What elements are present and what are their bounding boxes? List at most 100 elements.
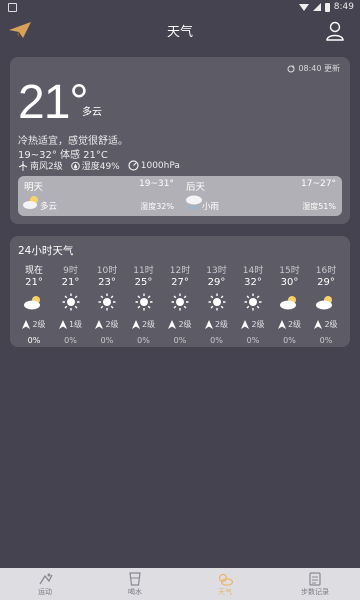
hour-precipitation: 0% [246, 336, 260, 345]
hourly-item: 12时 27° 2级 0% [164, 263, 196, 345]
pressure-info: 1000hPa [128, 160, 180, 171]
hour-wind-level: 1级 [68, 319, 83, 329]
tab-label: 步数记录 [301, 587, 329, 596]
weather-icon [218, 573, 233, 586]
hour-precipitation: 0% [27, 336, 41, 345]
forecast-humidity: 湿度32% [140, 202, 174, 211]
sunny-icon [62, 293, 79, 311]
hourly-item: 13时 29° 2级 0% [201, 263, 233, 345]
sunny-icon [171, 293, 189, 311]
forecast-condition: 多云 [40, 202, 58, 212]
wind-direction-icon [131, 319, 140, 329]
hour-temperature: 32° [244, 277, 262, 288]
wind-direction-icon [22, 319, 31, 329]
hour-wind-level: 2级 [287, 319, 302, 329]
hour-temperature: 25° [134, 277, 153, 288]
current-condition: 多云 [82, 107, 102, 118]
forecast-tomorrow[interactable]: 明天 19~31° 多云 湿度32% [18, 176, 180, 216]
hour-time: 12时 [169, 266, 191, 276]
hourly-item: 10时 23° 2级 0% [91, 263, 123, 345]
hour-precipitation: 0% [100, 336, 114, 345]
step-record-icon [309, 571, 321, 586]
wind-direction-icon [241, 319, 250, 329]
current-weather-card: 08:40 更新 21° 多云 冷热适宜，感觉很舒适。 19~32° 体感 21… [10, 57, 350, 224]
paper-plane-icon[interactable] [8, 20, 32, 40]
app-header: 天气 [0, 14, 360, 46]
hour-wind: 2级 [277, 317, 302, 331]
water-cup-icon [129, 571, 141, 586]
tab-label: 运动 [38, 587, 52, 596]
hour-wind-level: 2级 [178, 319, 192, 329]
status-time: 8:49 [333, 2, 354, 12]
wind-info: 南风2级 [18, 159, 63, 172]
wind-direction-icon [95, 319, 104, 329]
humidity-icon [70, 161, 80, 170]
forecast-day: 明天 [24, 182, 44, 193]
pressure-gauge-icon [128, 160, 139, 171]
hourly-item: 14时 32° 2级 0% [237, 263, 269, 345]
forecast-day: 后天 [186, 182, 206, 193]
hourly-item: 11时 25° 2级 0% [128, 263, 160, 345]
hour-wind-level: 2级 [324, 319, 338, 329]
tab-label: 天气 [218, 587, 232, 596]
tab-step-record[interactable]: 步数记录 [285, 571, 345, 597]
hourly-item: 9时 21° 1级 0% [55, 263, 87, 345]
hourly-forecast-card: 24小时天气 现在 21° 2级 0% 9时 21° 1级 0% 10时 23° 2级 0% 11时 25… [10, 236, 350, 347]
hour-time: 10时 [96, 266, 118, 276]
hour-temperature: 29° [207, 277, 226, 288]
hour-temperature: 29° [317, 277, 335, 288]
tab-exercise[interactable]: 运动 [15, 572, 75, 597]
exercise-icon [39, 573, 53, 584]
hour-time: 11时 [133, 266, 154, 276]
hourly-list: 现在 21° 2级 0% 9时 21° 1级 0% 10时 23° 2级 0% 11时 25° 2级 0% 12… [18, 263, 342, 345]
hour-wind: 2级 [95, 317, 119, 331]
tab-weather[interactable]: 天气 [195, 572, 255, 597]
weather-meta: 南风2级 湿度49% 1000hPa [18, 159, 180, 172]
hour-temperature: 23° [98, 277, 116, 288]
hour-wind-level: 2级 [251, 319, 265, 329]
sunny-icon [208, 293, 225, 311]
hour-wind: 2级 [168, 317, 192, 331]
hour-wind: 2级 [131, 317, 155, 331]
wind-direction-icon [58, 319, 67, 329]
hour-wind-level: 2级 [105, 319, 119, 329]
hour-temperature: 27° [171, 277, 189, 288]
wind-direction-icon [204, 319, 213, 329]
sunny-icon [135, 293, 152, 311]
user-profile-icon[interactable] [324, 20, 346, 42]
hour-wind: 2级 [314, 317, 338, 331]
notification-icon [8, 2, 17, 12]
tab-label: 喝水 [128, 587, 142, 596]
wind-direction-icon [168, 319, 177, 329]
tab-water-cup[interactable]: 喝水 [105, 571, 165, 597]
humidity-info: 湿度49% [70, 159, 120, 172]
refresh-icon[interactable] [287, 64, 295, 73]
wifi-icon [298, 3, 309, 11]
light-rain-icon [186, 195, 202, 210]
status-icons: 8:49 [298, 2, 354, 12]
hour-time: 16时 [315, 266, 337, 276]
hour-time: 现在 [24, 266, 43, 276]
hour-precipitation: 0% [64, 336, 77, 345]
wind-direction-icon [314, 319, 323, 329]
hour-wind-level: 2级 [214, 319, 229, 329]
hour-wind-level: 2级 [32, 319, 46, 329]
daily-forecast-box: 明天 19~31° 多云 湿度32% 后天 17~27° 小雨 湿度51% [18, 176, 342, 216]
forecast-day-after[interactable]: 后天 17~27° 小雨 湿度51% [180, 176, 342, 216]
comfort-tip: 冷热适宜，感觉很舒适。 [18, 136, 128, 147]
forecast-range: 17~27° [301, 179, 336, 189]
hour-temperature: 21° [61, 277, 80, 288]
hour-time: 14时 [242, 266, 264, 276]
hour-time: 13时 [206, 266, 227, 276]
hour-precipitation: 0% [173, 336, 187, 345]
sunny-icon [244, 293, 262, 311]
battery-icon [324, 2, 330, 12]
hour-time: 9时 [63, 266, 78, 276]
hourly-item: 16时 29° 2级 0% [310, 263, 342, 345]
update-time: 08:40 更新 [298, 64, 340, 73]
wind-direction-icon [277, 319, 286, 329]
hour-wind: 2级 [241, 317, 265, 331]
partly-cloudy-icon [23, 196, 38, 209]
status-bar: 8:49 [0, 0, 360, 14]
forecast-condition: 小雨 [202, 202, 220, 212]
